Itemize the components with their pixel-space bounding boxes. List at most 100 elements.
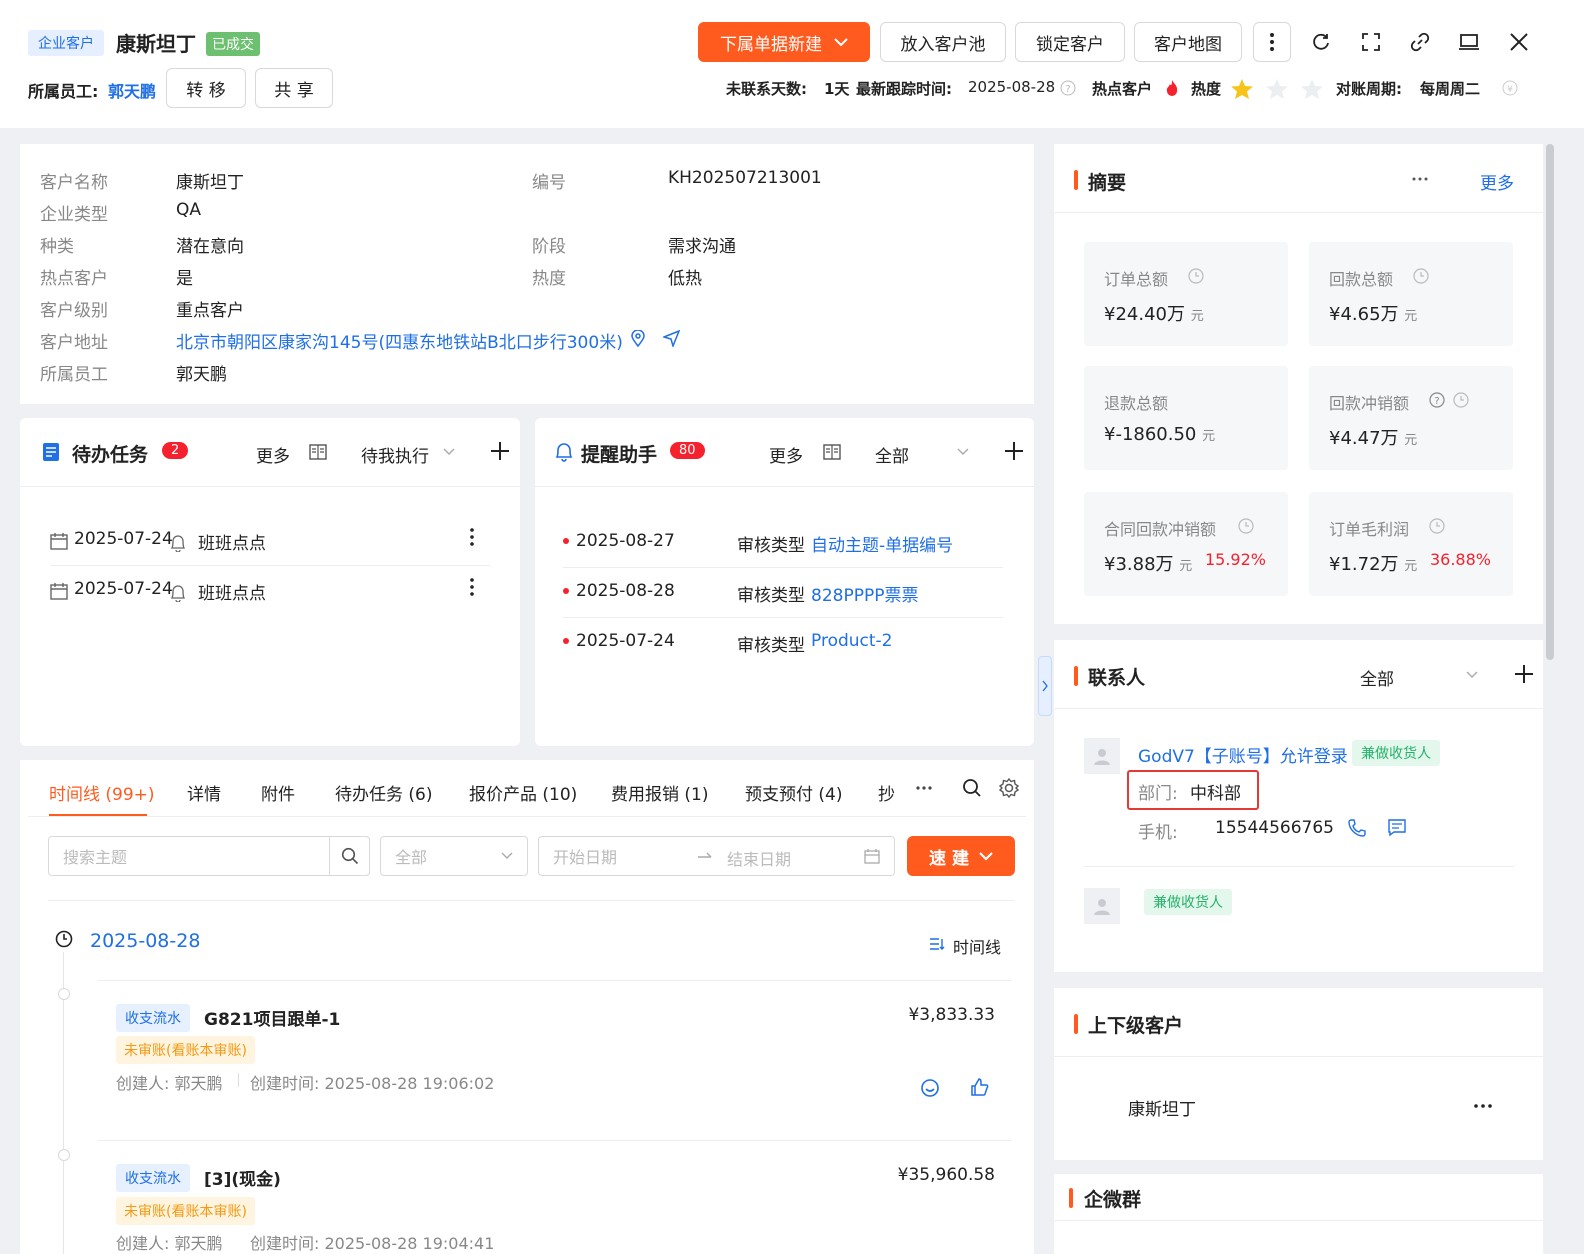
search-icon[interactable] (329, 837, 369, 875)
phone-icon[interactable] (1348, 819, 1366, 837)
clock-icon[interactable] (1238, 518, 1254, 534)
reminder-filter-select[interactable]: 全部 (875, 442, 909, 467)
todo-filter-select[interactable]: 待我执行 (361, 442, 429, 467)
list-item[interactable]: 2025-07-24 班班点点 (50, 576, 490, 616)
owner-name-link[interactable]: 郭天鹏 (108, 78, 156, 102)
customer-name-label: 客户名称 (40, 173, 108, 193)
related-customer-name[interactable]: 康斯坦丁 (1128, 1095, 1196, 1120)
more-horizontal-icon[interactable] (916, 786, 932, 790)
reminder-more-link[interactable]: 更多 (769, 442, 803, 467)
timeline-view-label[interactable]: 时间线 (953, 934, 1001, 958)
lock-customer-button[interactable]: 锁定客户 (1015, 22, 1125, 62)
list-item[interactable]: 2025-08-28 审核类型 828PPPP票票 (563, 578, 1003, 618)
summary-more-link[interactable]: 更多 (1480, 169, 1514, 194)
chevron-down-icon[interactable] (443, 448, 455, 456)
timeline-entry[interactable]: 收支流水 G821项目跟单-1 ¥3,833.33 未审账(看账本审账) 创建人… (98, 996, 1012, 1106)
tab-quote-products[interactable]: 报价产品 (10) (469, 780, 577, 805)
scrollbar-thumb[interactable] (1546, 144, 1554, 660)
tab-attachments[interactable]: 附件 (261, 780, 295, 805)
stat-value-group: ¥3.88万 元 (1104, 550, 1192, 576)
link-icon[interactable] (1403, 25, 1437, 59)
entry-created: 创建时间: 2025-08-28 19:06:02 (250, 1074, 495, 1093)
collapse-handle[interactable] (1038, 656, 1052, 716)
reminder-date: 2025-07-24 (576, 631, 675, 651)
list-item[interactable]: 2025-08-27 审核类型 自动主题-单据编号 (563, 528, 1003, 568)
comment-icon[interactable] (920, 1078, 940, 1098)
add-todo-icon[interactable] (490, 441, 510, 461)
put-into-pool-button[interactable]: 放入客户池 (880, 22, 1006, 62)
address-link[interactable]: 北京市朝阳区康家沟145号(四惠东地铁站B北口步行300米) (176, 328, 623, 353)
entry-title[interactable]: G821项目跟单-1 (204, 1005, 340, 1030)
chevron-right-icon (1042, 680, 1048, 692)
add-reminder-icon[interactable] (1004, 441, 1024, 461)
reminder-date: 2025-08-28 (576, 581, 675, 601)
stat-value-group: ¥1.72万 元 (1329, 550, 1417, 576)
more-horizontal-icon[interactable] (1412, 177, 1428, 181)
close-icon[interactable] (1502, 25, 1536, 59)
more-vertical-icon[interactable] (1253, 22, 1291, 62)
stat-value: ¥24.40万 (1104, 304, 1185, 325)
clock-icon[interactable] (1188, 268, 1204, 284)
entry-status-tag: 未审账(看账本审账) (116, 1036, 255, 1064)
fullscreen-icon[interactable] (1354, 25, 1388, 59)
search-subject-input[interactable]: 搜索主题 (48, 836, 370, 876)
gear-icon[interactable] (998, 777, 1020, 799)
reminder-link[interactable]: Product-2 (811, 631, 893, 651)
entry-title[interactable]: [3](现金) (204, 1165, 281, 1190)
refresh-icon[interactable] (1304, 25, 1338, 59)
tab-advance[interactable]: 预支预付 (4) (745, 780, 842, 805)
laptop-icon[interactable] (1452, 25, 1486, 59)
more-horizontal-icon[interactable] (1474, 1104, 1492, 1108)
share-button[interactable]: 共 享 (255, 68, 333, 108)
message-icon[interactable] (1388, 819, 1406, 837)
tab-expenses[interactable]: 费用报销 (1) (611, 780, 708, 805)
help-circle-icon[interactable]: ? (1429, 392, 1445, 408)
reminder-card: 提醒助手 80 更多 全部 2025-08-27 审核类型 自动主题-单据编号 … (535, 418, 1034, 746)
new-sub-doc-button[interactable]: 下属单据新建 (698, 22, 870, 62)
more-vertical-icon[interactable] (470, 528, 474, 546)
transfer-button[interactable]: 转 移 (166, 68, 246, 108)
timeline-node (58, 988, 70, 1000)
timeline-view-icon[interactable] (929, 937, 945, 951)
level-value: 重点客户 (176, 301, 244, 321)
clock-icon[interactable] (1429, 518, 1445, 534)
chevron-down-icon[interactable] (957, 448, 969, 456)
chevron-down-icon (501, 852, 513, 860)
help-circle-icon[interactable]: ? (1060, 80, 1076, 96)
todo-more-link[interactable]: 更多 (256, 442, 290, 467)
tab-cc[interactable]: 抄 (878, 780, 895, 805)
tab-timeline[interactable]: 时间线 (99+) (49, 780, 155, 805)
stat-value-group: ¥4.65万 元 (1329, 300, 1417, 326)
reminder-link[interactable]: 自动主题-单据编号 (811, 531, 953, 556)
quick-build-button[interactable]: 速 建 (907, 836, 1015, 876)
tab-details[interactable]: 详情 (187, 780, 221, 805)
entry-creator: 创建人: 郭天鹏 (116, 1234, 223, 1253)
heat-info-label: 热度 (532, 269, 566, 289)
tab-todo[interactable]: 待办任务 (6) (335, 780, 432, 805)
add-contact-icon[interactable] (1514, 664, 1534, 684)
clock-icon[interactable] (1413, 268, 1429, 284)
book-icon[interactable] (309, 444, 327, 460)
list-item[interactable]: 2025-07-24 审核类型 Product-2 (563, 628, 1003, 668)
location-pin-icon[interactable] (631, 330, 645, 347)
book-icon[interactable] (823, 444, 841, 460)
calendar-icon (864, 848, 880, 864)
navigate-send-icon[interactable] (663, 330, 680, 347)
timeline-entry[interactable]: 收支流水 [3](现金) ¥35,960.58 未审账(看账本审账) 创建人: … (98, 1156, 1012, 1254)
list-item[interactable]: 2025-07-24 班班点点 (50, 526, 490, 566)
category-select[interactable]: 全部 (380, 836, 528, 876)
thumbs-up-icon[interactable] (970, 1077, 990, 1097)
clock-icon[interactable] (1453, 392, 1469, 408)
customer-name-title: 康斯坦丁 (116, 32, 196, 56)
hot-customer-info-value: 是 (176, 269, 193, 289)
date-range-picker[interactable]: 开始日期 结束日期 (538, 836, 895, 876)
contact-name-link[interactable]: GodV7【子账号】允许登录 (1138, 742, 1348, 767)
chevron-down-icon[interactable] (1466, 671, 1478, 679)
stage-label: 阶段 (532, 237, 566, 257)
reminder-link[interactable]: 828PPPP票票 (811, 581, 918, 606)
contacts-filter-select[interactable]: 全部 (1360, 665, 1394, 690)
stat-label: 订单总额 (1104, 270, 1169, 289)
more-vertical-icon[interactable] (470, 578, 474, 596)
search-icon[interactable] (962, 778, 982, 798)
customer-map-button[interactable]: 客户地图 (1134, 22, 1242, 62)
